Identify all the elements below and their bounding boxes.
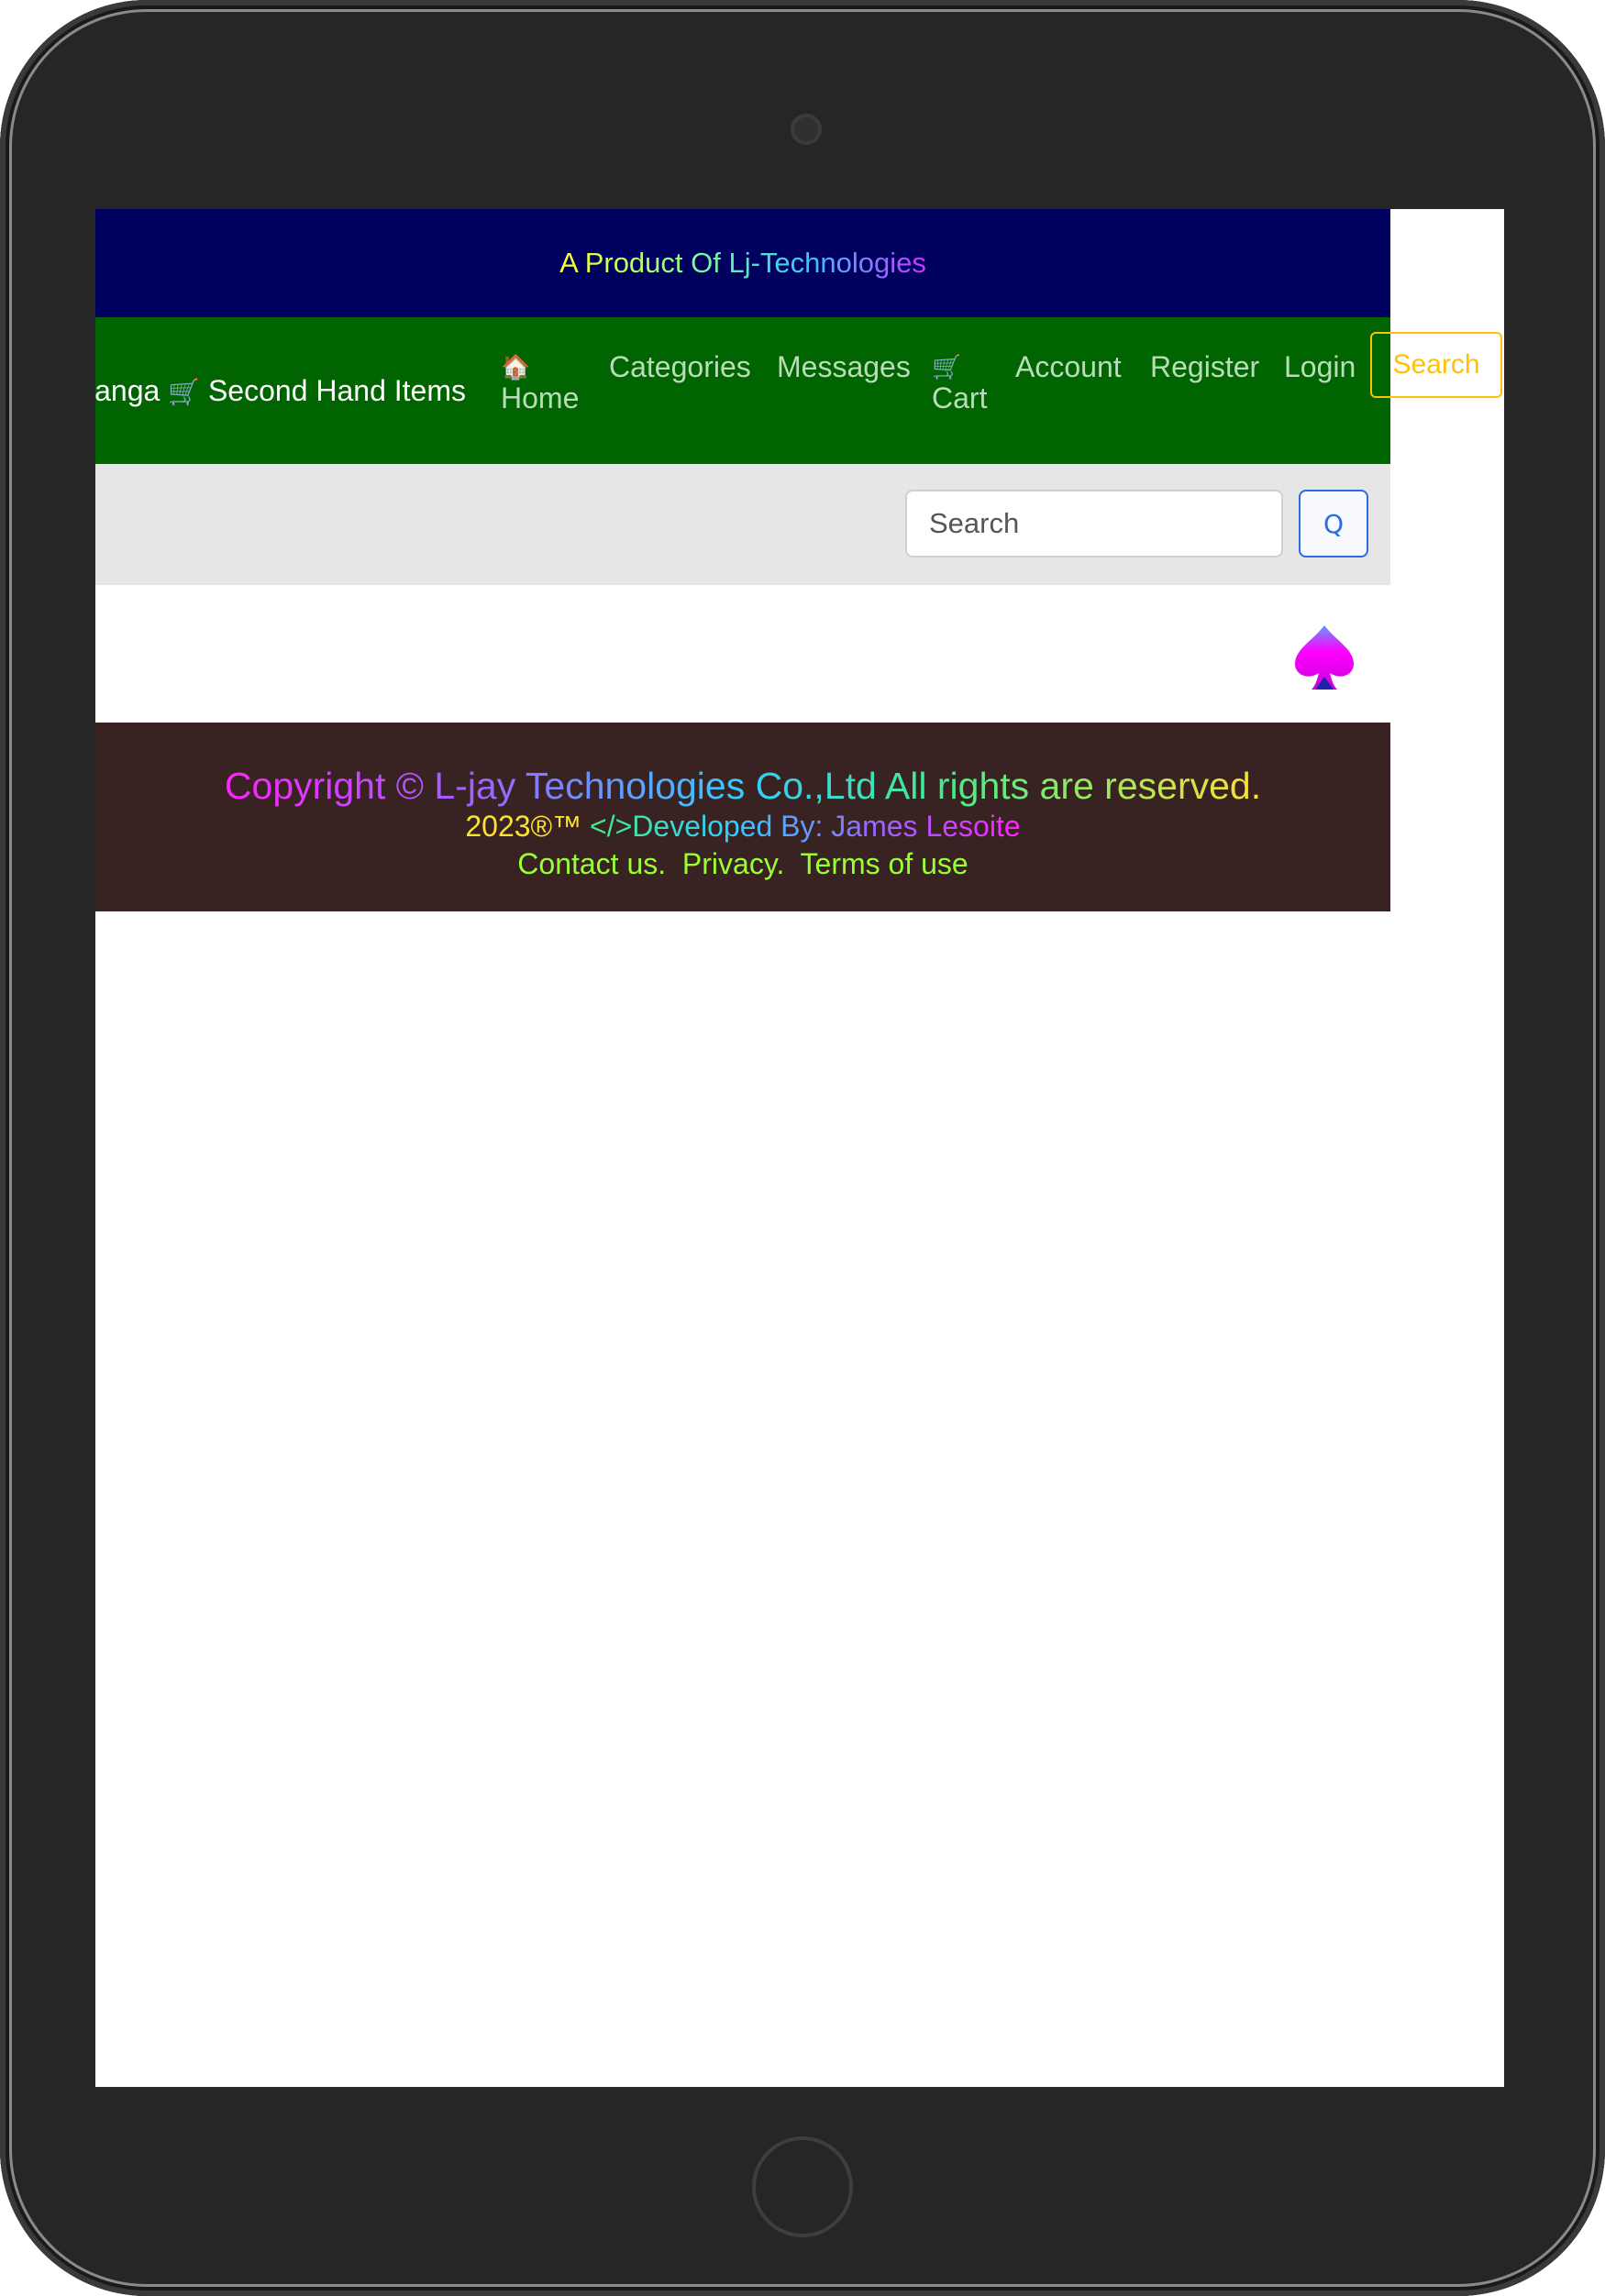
- footer-link-terms[interactable]: Terms of use: [801, 847, 969, 880]
- brand-text: ianga: [95, 374, 160, 407]
- search-bar: Search Q: [95, 464, 1390, 585]
- nav-account-label: Account: [1015, 350, 1122, 383]
- top-banner: A Product Of Lj-Technologies: [95, 209, 1390, 317]
- nav-categories-label: Categories: [609, 350, 751, 383]
- copyright-text: Copyright © L-jay Technologies Co.,Ltd A…: [225, 723, 1261, 808]
- house-icon: 🏠: [501, 353, 531, 381]
- search-icon: Q: [1323, 508, 1345, 539]
- camera-icon: [791, 114, 822, 145]
- nav-register-label: Register: [1150, 350, 1260, 383]
- footer-link-contact[interactable]: Contact us.: [517, 847, 666, 880]
- nav-categories[interactable]: Categories: [609, 350, 751, 384]
- footer: Copyright © L-jay Technologies Co.,Ltd A…: [95, 723, 1390, 911]
- cart-icon: 🛒: [932, 353, 962, 381]
- navbar: ianga 🛒 Second Hand Items 🏠 Home Categor…: [95, 317, 1390, 464]
- developer-credit: </>Developed By: James Lesoite: [590, 810, 1021, 843]
- nav-cart-label: Cart: [932, 381, 988, 414]
- nav-cart[interactable]: 🛒 Cart: [932, 352, 987, 415]
- nav-home-label: Home: [501, 381, 580, 414]
- nav-login-label: Login: [1284, 350, 1356, 383]
- brand[interactable]: ianga 🛒 Second Hand Items: [95, 374, 466, 408]
- nav-messages-label: Messages: [777, 350, 911, 383]
- page: A Product Of Lj-Technologies ianga 🛒 Sec…: [95, 209, 1390, 911]
- screen: A Product Of Lj-Technologies ianga 🛒 Sec…: [95, 209, 1504, 2087]
- nav-login[interactable]: Login: [1284, 350, 1356, 384]
- copyright-year: 2023®™: [465, 810, 582, 843]
- spade-icon: [1295, 625, 1354, 690]
- nav-account[interactable]: Account: [1015, 350, 1122, 384]
- cart-icon: 🛒: [168, 378, 201, 406]
- search-input[interactable]: Search: [905, 490, 1283, 557]
- content-area: [95, 585, 1390, 723]
- nav-home[interactable]: 🏠 Home: [501, 352, 579, 415]
- nav-messages[interactable]: Messages: [777, 350, 911, 384]
- search-submit-button[interactable]: Q: [1299, 490, 1368, 557]
- brand-suffix: Second Hand Items: [207, 374, 466, 407]
- footer-link-privacy[interactable]: Privacy.: [682, 847, 784, 880]
- banner-text: A Product Of Lj-Technologies: [559, 247, 926, 279]
- home-button[interactable]: [752, 2136, 853, 2237]
- tablet-frame: A Product Of Lj-Technologies ianga 🛒 Sec…: [0, 0, 1605, 2296]
- navbar-search-button[interactable]: Search: [1370, 332, 1502, 398]
- nav-register[interactable]: Register: [1150, 350, 1259, 384]
